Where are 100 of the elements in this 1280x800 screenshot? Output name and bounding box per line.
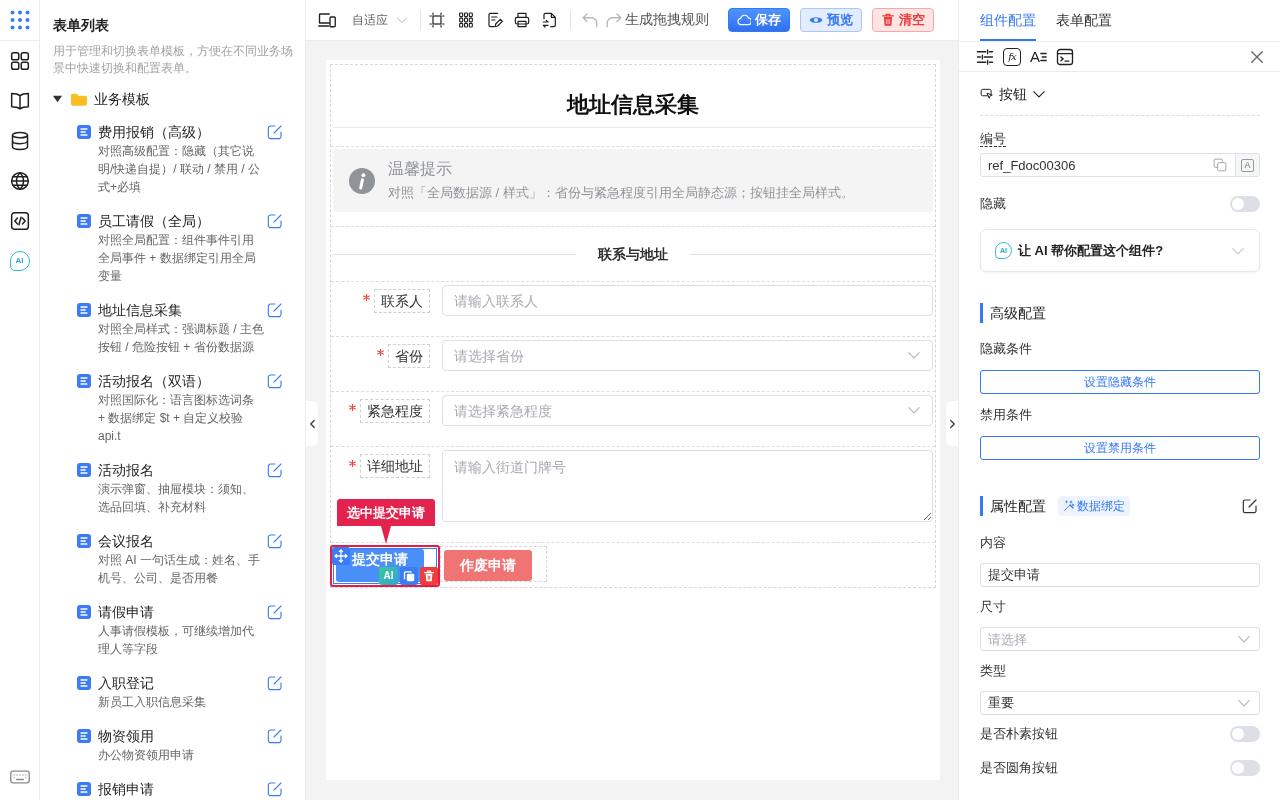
device-icon[interactable] xyxy=(318,11,336,29)
section-title: 属性配置 xyxy=(980,496,1046,516)
formula-icon[interactable]: fx xyxy=(1003,47,1021,66)
template-description: 对照高级配置：隐藏（其它说明/快递自提）/ 联动 / 禁用 / 公式+必填 xyxy=(98,143,261,196)
template-title[interactable]: 请假申请 xyxy=(98,602,264,622)
document-swap-icon[interactable] xyxy=(542,12,558,28)
collapse-button[interactable] xyxy=(306,401,318,446)
alert-title: 温馨提示 xyxy=(388,159,453,179)
components-icon[interactable] xyxy=(9,51,30,71)
panel-tab[interactable]: 表单配置 xyxy=(1056,0,1112,41)
sliders-icon[interactable] xyxy=(976,47,994,66)
text-input[interactable]: 提交申请 xyxy=(980,563,1260,587)
text-input[interactable]: 请输入联系人 xyxy=(442,285,933,316)
template-title[interactable]: 员工请假（全局） xyxy=(98,211,264,231)
collapse-button[interactable] xyxy=(946,401,958,446)
field-label: 紧急程度 xyxy=(360,398,430,423)
selection-tooltip: 选中提交申请 xyxy=(337,499,435,544)
template-title[interactable]: 物资领用 xyxy=(98,726,264,746)
cloud-icon xyxy=(737,13,751,27)
template-description: 新员工入职信息采集 xyxy=(98,694,207,711)
condition-button[interactable]: 设置隐藏条件 xyxy=(980,370,1260,394)
template-title[interactable]: 活动报名（双语） xyxy=(98,371,264,391)
toolbar-button[interactable]: 保存 xyxy=(728,8,790,32)
divider-label: 联系与地址 xyxy=(598,245,668,264)
condition-button[interactable]: 设置禁用条件 xyxy=(980,436,1260,460)
device-select[interactable]: 自适应 xyxy=(352,11,408,29)
grid-icon[interactable] xyxy=(458,12,474,28)
generate-rules-button[interactable]: 生成拖拽规则 xyxy=(625,11,709,29)
template-description: 办公物资领用申请 xyxy=(98,747,195,764)
globe-icon[interactable] xyxy=(9,171,30,191)
frame-icon[interactable] xyxy=(429,12,445,28)
edit-icon[interactable] xyxy=(1242,498,1258,514)
template-description: 人事请假模板，可继续增加代理人等字段 xyxy=(98,623,255,658)
template-title[interactable]: 费用报销（高级） xyxy=(98,122,264,142)
select-field[interactable]: 请选择 xyxy=(980,627,1260,651)
chevron-right-icon xyxy=(948,418,956,429)
document-icon xyxy=(77,782,91,796)
form-title: 地址信息采集 xyxy=(567,91,699,119)
document-icon xyxy=(77,463,91,477)
toggle-switch[interactable] xyxy=(1230,196,1260,212)
printer-icon[interactable] xyxy=(514,12,530,28)
select-field[interactable]: 请选择紧急程度 xyxy=(442,395,933,426)
template-description: 对照全局样式：强调标题 / 主色按钮 / 危险按钮 + 省份数据源 xyxy=(98,321,264,356)
template-description: 对照 AI 一句话生成：姓名、手机号、公司、是否用餐 xyxy=(98,552,261,587)
template-description: 对照全局配置：组件事件引用全局事件 + 数据绑定引用全局变量 xyxy=(98,232,257,285)
field-label: 省份 xyxy=(388,343,430,368)
database-icon[interactable] xyxy=(9,131,30,151)
edit-document-icon[interactable] xyxy=(487,12,503,28)
component-type-select[interactable]: 按钮 xyxy=(980,84,1046,104)
panel-tab[interactable]: 组件配置 xyxy=(980,0,1036,41)
template-description: 对照国际化：语言图标选词条 + 数据绑定 $t + 自定义校验 api.t xyxy=(98,392,255,445)
copy-icon[interactable] xyxy=(400,567,418,585)
document-icon xyxy=(77,676,91,690)
field-label: 内容 xyxy=(980,535,1006,550)
field-label: 详细地址 xyxy=(360,454,430,478)
template-title[interactable]: 报销申请 xyxy=(98,779,264,799)
close-icon[interactable] xyxy=(1250,49,1264,64)
select-field[interactable]: 请选择省份 xyxy=(442,340,933,371)
console-icon[interactable] xyxy=(1056,47,1074,66)
template-title[interactable]: 入职登记 xyxy=(98,673,264,693)
toggle-switch[interactable] xyxy=(1230,726,1260,742)
toggle-switch[interactable] xyxy=(1230,760,1260,776)
wand-icon xyxy=(1063,500,1075,512)
sidebar-description: 用于管理和切换表单模板，方便在不同业务场景中快速切换和配置表单。 xyxy=(53,43,294,77)
code-icon[interactable] xyxy=(9,211,30,231)
delete-icon[interactable] xyxy=(420,567,438,585)
app-launcher-icon[interactable] xyxy=(9,10,30,30)
alert-text: 对照「全局数据源 / 样式」：省份与紧急程度引用全局静态源；按钮挂全局样式。 xyxy=(388,184,854,202)
select-field[interactable]: 重要 xyxy=(980,691,1260,715)
field-label: 是否圆角按钮 xyxy=(980,759,1058,777)
field-label: 禁用条件 xyxy=(980,407,1032,422)
caret-icon[interactable] xyxy=(52,93,63,105)
move-handle-icon[interactable] xyxy=(332,547,350,565)
document-icon xyxy=(77,374,91,388)
toolbar-button[interactable]: 预览 xyxy=(800,8,862,32)
text-format-icon[interactable]: A xyxy=(1241,158,1254,172)
folder-label[interactable]: 业务模板 xyxy=(94,89,150,109)
template-title[interactable]: 地址信息采集 xyxy=(98,300,264,320)
field-label: 隐藏条件 xyxy=(980,341,1032,356)
field-label: 类型 xyxy=(980,663,1006,678)
document-icon xyxy=(77,605,91,619)
field-label: 尺寸 xyxy=(980,599,1006,614)
document-icon xyxy=(77,303,91,317)
folder-icon xyxy=(71,92,87,106)
field-label: 隐藏 xyxy=(980,195,1006,213)
copy-icon[interactable] xyxy=(1213,158,1227,172)
document-icon xyxy=(77,729,91,743)
book-icon[interactable] xyxy=(9,91,30,111)
trash-icon xyxy=(881,13,895,27)
template-title[interactable]: 会议报名 xyxy=(98,531,264,551)
textarea-field[interactable]: 请输入街道门牌号 xyxy=(442,450,933,522)
document-icon xyxy=(77,214,91,228)
keyboard-icon[interactable] xyxy=(9,770,30,784)
document-icon xyxy=(77,125,91,139)
sidebar-title: 表单列表 xyxy=(53,16,110,35)
field-label: 是否朴素按钮 xyxy=(980,725,1058,743)
field-label: 联系人 xyxy=(374,288,430,313)
template-title[interactable]: 活动报名 xyxy=(98,460,264,480)
info-icon xyxy=(349,167,375,194)
data-binding-tag[interactable]: 数据绑定 xyxy=(1058,496,1130,516)
